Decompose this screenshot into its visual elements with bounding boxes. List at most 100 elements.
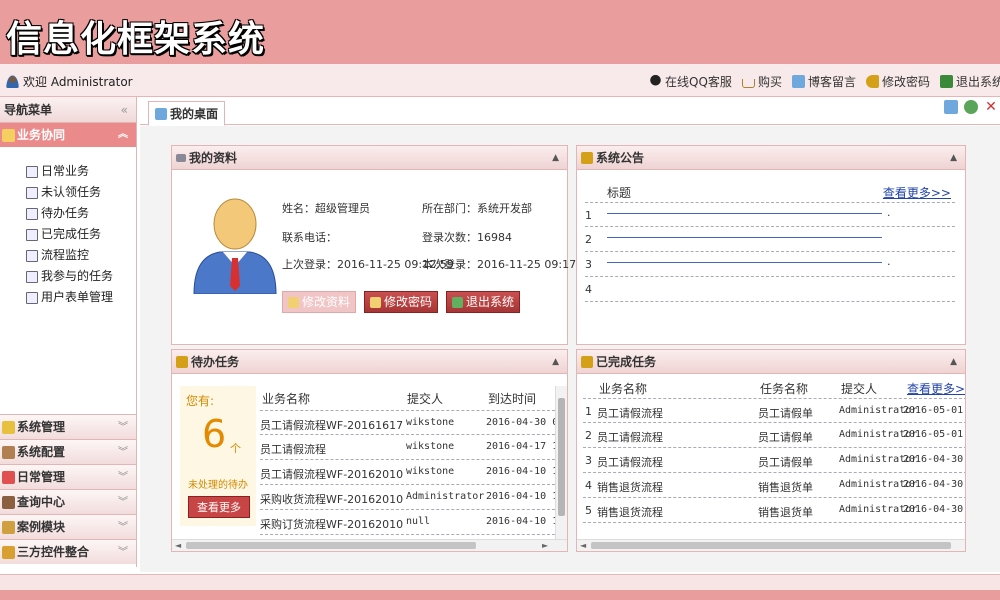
calendar-icon <box>2 470 15 484</box>
table-row[interactable]: 员工请假流程WF-20161617061625 wikstone 2016-04… <box>260 410 555 435</box>
sidebar-group-cases[interactable]: 案例模块 ︾ <box>0 514 136 539</box>
tab-bar: 我的桌面 ✕ <box>140 97 1000 126</box>
sidebar-item-participated[interactable]: 我参与的任务 <box>26 266 136 287</box>
pending-unit: 个 <box>230 442 241 455</box>
blog-label: 博客留言 <box>807 75 856 89</box>
close-icon[interactable]: ✕ <box>984 100 998 114</box>
chevron-down-icon: ︾ <box>118 471 128 483</box>
table-row[interactable]: 3 员工请假流程 员工请假单 Administrator 2016-04-30 … <box>583 448 965 473</box>
horizontal-scrollbar[interactable]: ◄ ► <box>172 539 567 551</box>
announcement-row[interactable]: 2 <box>585 227 955 252</box>
sidebar-item-forms[interactable]: 用户表单管理 <box>26 287 136 308</box>
sidebar-group-daily[interactable]: 日常管理 ︾ <box>0 464 136 489</box>
table-row[interactable]: 5 销售退货流程 销售退货单 Administrator 2016-04-30 … <box>583 498 965 523</box>
sidebar-item-daily-business[interactable]: 日常业务 <box>26 161 136 182</box>
sidebar-item-label: 待办任务 <box>41 206 90 220</box>
task-submitter: null <box>406 516 431 527</box>
query-icon <box>2 495 15 509</box>
table-row[interactable]: 2 员工请假流程 员工请假单 Administrator 2016-05-01 … <box>583 423 965 448</box>
scroll-left-icon[interactable]: ◄ <box>580 541 586 550</box>
sidebar-group-label: 业务协同 <box>17 128 66 142</box>
pending-panel-header: 待办任务 ▲ <box>172 350 567 374</box>
tab-my-desktop[interactable]: 我的桌面 <box>148 101 226 126</box>
table-row[interactable]: 员工请假流程 wikstone 2016-04-17 16: <box>260 435 555 460</box>
blog-link[interactable]: 博客留言 <box>791 73 856 90</box>
refresh-icon[interactable] <box>964 100 978 114</box>
vertical-scrollbar[interactable] <box>555 386 567 539</box>
pending-text: 未处理的待办 <box>188 480 248 491</box>
announcement-link[interactable] <box>607 213 882 214</box>
qq-service-link[interactable]: 在线QQ客服 <box>649 73 732 90</box>
sidebar-item-pending[interactable]: 待办任务 <box>26 203 136 224</box>
sidebar: 导航菜单 « 业务协同 ︽ 日常业务 未认领任务 待办任务 已完成任务 流程监控… <box>0 97 137 567</box>
task-name: 采购订货流程WF-20162010012010 <box>260 518 403 531</box>
announcement-row[interactable]: 4 <box>585 277 955 302</box>
desktop-icon <box>155 107 167 120</box>
change-password-button-label: 修改密码 <box>384 295 433 309</box>
collapse-panel-icon[interactable]: ▲ <box>552 350 559 374</box>
scroll-thumb[interactable] <box>186 542 476 549</box>
pending-more-button[interactable]: 查看更多>> <box>188 496 250 536</box>
sidebar-item-monitor[interactable]: 流程监控 <box>26 245 136 266</box>
table-row[interactable]: 采购收货流程WF-20162010012021 Administrator 20… <box>260 485 555 510</box>
announcements-more-link[interactable]: 查看更多>> <box>883 184 951 201</box>
scroll-thumb[interactable] <box>591 542 951 549</box>
wrench-icon <box>2 445 15 459</box>
task-name: 采购收货流程WF-20162010012021 <box>260 493 403 506</box>
table-row[interactable]: 采购订货流程WF-20162010012010 null 2016-04-10 … <box>260 510 555 535</box>
announcement-link[interactable] <box>607 262 882 263</box>
column-submitter: 提交人 <box>407 392 444 406</box>
sidebar-group-query[interactable]: 查询中心 ︾ <box>0 489 136 514</box>
horizontal-scrollbar[interactable]: ◄ <box>577 539 965 551</box>
monitor-icon <box>26 249 38 262</box>
scroll-left-icon[interactable]: ◄ <box>175 541 181 550</box>
completed-more-link[interactable]: 查看更多>> <box>907 380 965 397</box>
sidebar-item-label: 未认领任务 <box>41 185 102 199</box>
scroll-right-icon[interactable]: ► <box>542 541 548 550</box>
edit-profile-button[interactable]: 修改资料 <box>282 291 357 313</box>
scroll-thumb[interactable] <box>558 398 565 516</box>
sidebar-group-label: 案例模块 <box>17 519 66 534</box>
collapse-sidebar-icon[interactable]: « <box>121 97 128 123</box>
main-content: 我的桌面 ✕ 我的资料 ▲ 姓名：超级管理员 所在部门：系统开发部 联系电话： <box>140 97 1000 572</box>
change-password-button[interactable]: 修改密码 <box>364 291 439 313</box>
row-number: 5 <box>585 504 592 517</box>
announcements-title: 系统公告 <box>596 150 645 165</box>
collapse-panel-icon[interactable]: ▲ <box>950 146 957 170</box>
cart-icon <box>741 78 755 88</box>
sidebar-groups: 系统管理 ︾ 系统配置 ︾ 日常管理 ︾ 查询中心 ︾ 案例模块 ︾ 三方控件整合 ︾ <box>0 414 136 564</box>
announcement-row[interactable]: 3. <box>585 252 955 277</box>
table-row[interactable]: 4 销售退货流程 销售退货单 Administrator 2016-04-30 … <box>583 473 965 498</box>
logout-button[interactable]: 退出系统 <box>446 291 521 313</box>
announcement-row[interactable]: 1. <box>585 202 955 227</box>
task-submitter: Administrator <box>406 491 485 502</box>
announcement-num: 1 <box>585 209 592 222</box>
logout-link[interactable]: 退出系统 <box>939 73 1000 90</box>
chevron-down-icon: ︾ <box>118 496 128 508</box>
buy-link[interactable]: 购买 <box>741 73 782 90</box>
table-row[interactable]: 员工请假流程WF-20162010012048 wikstone 2016-04… <box>260 460 555 485</box>
sidebar-item-label: 已完成任务 <box>41 227 102 241</box>
announcement-icon <box>581 151 593 164</box>
sidebar-group-system[interactable]: 系统管理 ︾ <box>0 414 136 439</box>
row-number: 3 <box>585 454 592 467</box>
sidebar-group-business[interactable]: 业务协同 ︽ <box>0 123 136 147</box>
announcement-num: 4 <box>585 283 592 296</box>
announcement-link[interactable] <box>607 237 882 238</box>
sidebar-item-completed[interactable]: 已完成任务 <box>26 224 136 245</box>
completed-tasks-panel: 已完成任务 ▲ 业务名称 任务名称 提交人 查看更多>> 1 员工请假流程 员工… <box>576 349 966 552</box>
sidebar-item-unclaimed[interactable]: 未认领任务 <box>26 182 136 203</box>
sidebar-group-config[interactable]: 系统配置 ︾ <box>0 439 136 464</box>
task-name: 员工请假单 <box>758 431 813 444</box>
collapse-panel-icon[interactable]: ▲ <box>552 146 559 170</box>
task-submitter: wikstone <box>406 417 455 428</box>
announcements-panel: 系统公告 ▲ 标题 查看更多>> 1. 2 3. 4 <box>576 145 966 345</box>
change-password-link[interactable]: 修改密码 <box>865 73 930 90</box>
task-icon <box>26 186 38 199</box>
collapse-panel-icon[interactable]: ▲ <box>950 350 957 374</box>
task-submitter: wikstone <box>406 441 455 452</box>
tab-tools: ✕ <box>944 100 998 114</box>
table-row[interactable]: 1 员工请假流程 员工请假单 Administrator 2016-05-01 … <box>583 398 965 423</box>
window-icon[interactable] <box>944 100 958 114</box>
sidebar-group-thirdparty[interactable]: 三方控件整合 ︾ <box>0 539 136 564</box>
